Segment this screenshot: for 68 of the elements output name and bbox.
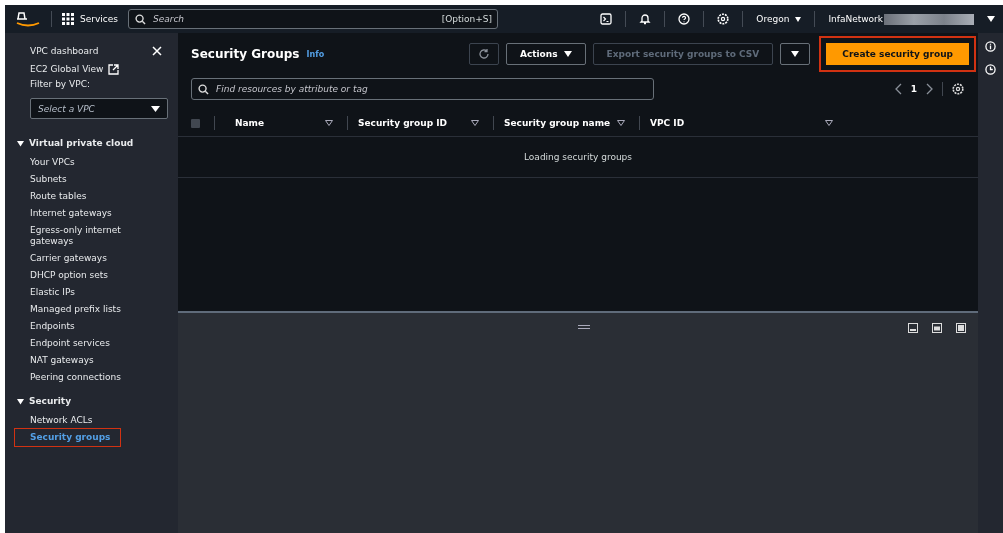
help-icon[interactable]: [678, 13, 691, 25]
refresh-button[interactable]: [468, 43, 499, 65]
loading-message: Loading security groups: [524, 152, 632, 162]
caret-icon: [791, 51, 800, 57]
column-header[interactable]: Security group ID: [358, 118, 461, 128]
sidebar-item[interactable]: Internet gateways: [5, 205, 178, 222]
vpc-select[interactable]: Select a VPC: [30, 98, 168, 119]
account-menu[interactable]: InfaNetwork: [828, 14, 883, 24]
panel-bottom-icon[interactable]: [908, 323, 918, 333]
info-icon[interactable]: [985, 41, 996, 52]
search-field[interactable]: Find resources by attribute or tag: [191, 78, 654, 100]
sidebar-item[interactable]: Network ACLs: [5, 412, 178, 429]
filter-label: Filter by VPC:: [29, 78, 91, 91]
section-heading[interactable]: Virtual private cloud: [29, 138, 134, 148]
shortcut-hint: [Option+S]: [441, 14, 492, 24]
panel-middle-icon[interactable]: [932, 323, 942, 333]
caret-down-icon[interactable]: [17, 397, 24, 405]
info-link[interactable]: Info: [306, 49, 325, 59]
column-header[interactable]: Name: [235, 118, 315, 128]
caret-icon: [563, 51, 572, 57]
cloud-logo-icon[interactable]: [15, 10, 41, 28]
create-button[interactable]: Create security group: [826, 43, 969, 65]
next-page-icon[interactable]: [926, 83, 933, 95]
sort-icon[interactable]: [325, 120, 333, 126]
caret-icon[interactable]: [987, 16, 995, 22]
search-icon: [198, 83, 209, 95]
sidebar-item[interactable]: Route tables: [5, 188, 178, 205]
refresh-icon: [477, 48, 490, 60]
sidebar-item[interactable]: Carrier gateways: [5, 250, 178, 267]
grid-icon: [62, 13, 74, 25]
sidebar-item[interactable]: Peering connections: [5, 369, 178, 386]
sidebar-item[interactable]: Endpoints: [5, 318, 178, 335]
column-header[interactable]: VPC ID: [650, 118, 815, 128]
clock-icon[interactable]: [985, 64, 996, 75]
caret-icon: [151, 105, 160, 112]
sidebar-item[interactable]: Subnets: [5, 171, 178, 188]
actions-button[interactable]: Actions: [505, 43, 586, 65]
sidebar-item[interactable]: Your VPCs: [5, 154, 178, 171]
services-button[interactable]: Services: [62, 13, 118, 25]
external-link-icon: [107, 63, 119, 75]
settings-icon[interactable]: [952, 83, 964, 95]
sidebar-item[interactable]: Security groups: [15, 429, 120, 446]
caret-icon: [795, 16, 802, 22]
section-heading[interactable]: Security: [29, 396, 72, 406]
region-menu[interactable]: Oregon: [756, 14, 802, 24]
sort-icon[interactable]: [617, 120, 625, 126]
sidebar-item[interactable]: EC2 Global View: [30, 64, 104, 74]
sidebar-item[interactable]: NAT gateways: [5, 352, 178, 369]
terminal-icon[interactable]: [600, 13, 613, 25]
sort-icon[interactable]: [471, 120, 479, 126]
sidebar-item[interactable]: Egress-only internet gateways: [5, 222, 178, 250]
previous-page-icon[interactable]: [894, 83, 902, 95]
sort-icon[interactable]: [825, 120, 833, 126]
drag-handle-icon[interactable]: [578, 325, 590, 329]
sidebar-item[interactable]: VPC dashboard: [30, 46, 99, 56]
bell-icon[interactable]: [639, 13, 652, 25]
sidebar-item[interactable]: Elastic IPs: [5, 284, 178, 301]
panel-full-icon[interactable]: [956, 323, 966, 333]
search-icon: [134, 13, 146, 25]
page-title: Security Groups: [191, 47, 300, 61]
sidebar-item[interactable]: DHCP option sets: [5, 267, 178, 284]
sidebar-item[interactable]: Managed prefix lists: [5, 301, 178, 318]
select-all-checkbox[interactable]: [191, 118, 200, 128]
page-number[interactable]: 1: [910, 84, 917, 94]
caret-down-icon[interactable]: [17, 139, 24, 147]
close-icon[interactable]: [152, 46, 162, 56]
sidebar-item[interactable]: Endpoint services: [5, 335, 178, 352]
dropdown-button[interactable]: [780, 43, 811, 65]
